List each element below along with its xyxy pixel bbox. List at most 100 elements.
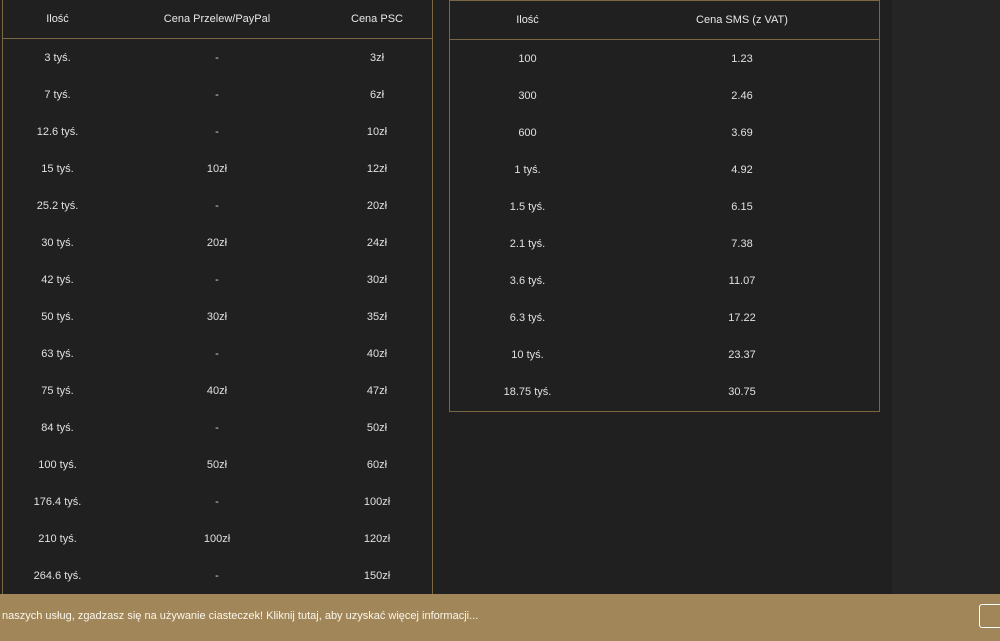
table-row: 63 tyś. - 40zł [3,335,432,372]
table-cell: 1.5 tyś. [509,200,546,213]
table-cell: - [215,569,219,582]
table-row: 600 3.69 [450,114,879,151]
table-cell: - [215,421,219,434]
table-cell: 23.37 [728,348,756,361]
table-cell: 24zł [366,236,388,249]
table-cell: 176.4 tyś. [33,495,82,508]
column-header: Cena PSC [322,0,432,39]
table-row: 264.6 tyś. - 150zł [3,557,432,594]
table-cell: 100 [518,52,537,65]
table-cell: 15 tyś. [41,162,74,175]
table-cell: 2.1 tyś. [509,237,546,250]
table-cell: - [215,199,219,212]
table-cell: 17.22 [728,311,756,324]
table-cell: 63 tyś. [41,347,74,360]
table-cell: 120zł [363,532,391,545]
table-row: 210 tyś. 100zł 120zł [3,520,432,557]
table-cell: 300 [518,89,537,102]
table-cell: 12.6 tyś. [36,125,79,138]
table-cell: 2.46 [731,89,753,102]
right-table: Ilość Cena SMS (z VAT) 100 1.23 300 2.46 600… [450,1,879,410]
pricing-table-sms: Ilość Cena SMS (z VAT) 100 1.23 300 2.46 600… [449,0,880,412]
table-cell: 100zł [363,495,391,508]
table-cell: 1.23 [731,52,753,65]
table-row: 25.2 tyś. - 20zł [3,187,432,224]
table-cell: 10 tyś. [511,348,544,361]
table-cell: 30.75 [728,385,756,398]
table-cell: 264.6 tyś. [33,569,82,582]
table-cell: 18.75 tyś. [503,385,552,398]
table-row: 15 tyś. 10zł 12zł [3,150,432,187]
table-cell: 7.38 [731,237,753,250]
table-cell: 150zł [363,569,391,582]
table-row: 10 tyś. 23.37 [450,336,879,373]
table-cell: 100zł [203,532,231,545]
table-cell: 75 tyś. [41,384,74,397]
table-cell: 40zł [206,384,228,397]
table-cell: 42 tyś. [41,273,74,286]
table-cell: 100 tyś. [38,458,77,471]
table-row: 84 tyś. - 50zł [3,409,432,446]
table-cell: - [215,347,219,360]
table-cell: 10zł [206,162,228,175]
table-row: 300 2.46 [450,77,879,114]
column-header: Cena Przelew/PayPal [112,0,322,39]
table-row: 30 tyś. 20zł 24zł [3,224,432,261]
table-cell: - [215,125,219,138]
table-cell: 30zł [206,310,228,323]
table-cell: - [215,51,219,64]
table-cell: 50zł [366,421,388,434]
table-cell: 60zł [366,458,388,471]
page-side-strip [892,0,1000,641]
table-row: 1 tyś. 4.92 [450,151,879,188]
table-row: 176.4 tyś. - 100zł [3,483,432,520]
table-cell: 50 tyś. [41,310,74,323]
table-cell: 11.07 [728,274,756,287]
table-header-row: Ilość Cena SMS (z VAT) [450,1,879,40]
table-row: 100 1.23 [450,40,879,78]
table-cell: 20zł [366,199,388,212]
table-cell: 3.6 tyś. [509,274,546,287]
table-row: 100 tyś. 50zł 60zł [3,446,432,483]
table-cell: 1 tyś. [514,163,541,176]
table-cell: 6.3 tyś. [509,311,546,324]
table-cell: 600 [518,126,537,139]
table-cell: 30 tyś. [41,236,74,249]
table-row: 12.6 tyś. - 10zł [3,113,432,150]
table-row: 18.75 tyś. 30.75 [450,373,879,410]
table-cell: 7 tyś. [44,88,71,101]
table-cell: 30zł [366,273,388,286]
table-row: 42 tyś. - 30zł [3,261,432,298]
table-cell: 25.2 tyś. [36,199,79,212]
column-header: Ilość [3,0,112,39]
table-cell: 3 tyś. [44,51,71,64]
table-cell: 40zł [366,347,388,360]
table-cell: 35zł [366,310,388,323]
column-header: Ilość [450,1,605,40]
table-row: 6.3 tyś. 17.22 [450,299,879,336]
column-header: Cena SMS (z VAT) [605,1,879,40]
cookie-accept-button[interactable] [979,604,1000,628]
table-cell: 6zł [369,88,385,101]
left-table: Ilość Cena Przelew/PayPal Cena PSC 3 tyś… [3,0,432,594]
table-cell: 20zł [206,236,228,249]
table-cell: 84 tyś. [41,421,74,434]
table-row: 1.5 tyś. 6.15 [450,188,879,225]
cookie-consent-bar: naszych usług, zgadzasz się na używanie … [0,594,1000,641]
table-row: 3 tyś. - 3zł [3,39,432,77]
table-cell: - [215,88,219,101]
table-cell: 12zł [366,162,388,175]
pricing-table-transfer-psc: Ilość Cena Przelew/PayPal Cena PSC 3 tyś… [2,0,433,620]
table-header-row: Ilość Cena Przelew/PayPal Cena PSC [3,0,432,39]
table-cell: 47zł [366,384,388,397]
table-row: 7 tyś. - 6zł [3,76,432,113]
table-cell: 3.69 [731,126,753,139]
table-row: 2.1 tyś. 7.38 [450,225,879,262]
table-cell: 10zł [366,125,388,138]
table-cell: - [215,273,219,286]
cookie-consent-text[interactable]: naszych usług, zgadzasz się na używanie … [2,610,478,622]
table-row: 50 tyś. 30zł 35zł [3,298,432,335]
table-cell: 210 tyś. [38,532,77,545]
table-row: 3.6 tyś. 11.07 [450,262,879,299]
table-cell: 3zł [369,51,385,64]
